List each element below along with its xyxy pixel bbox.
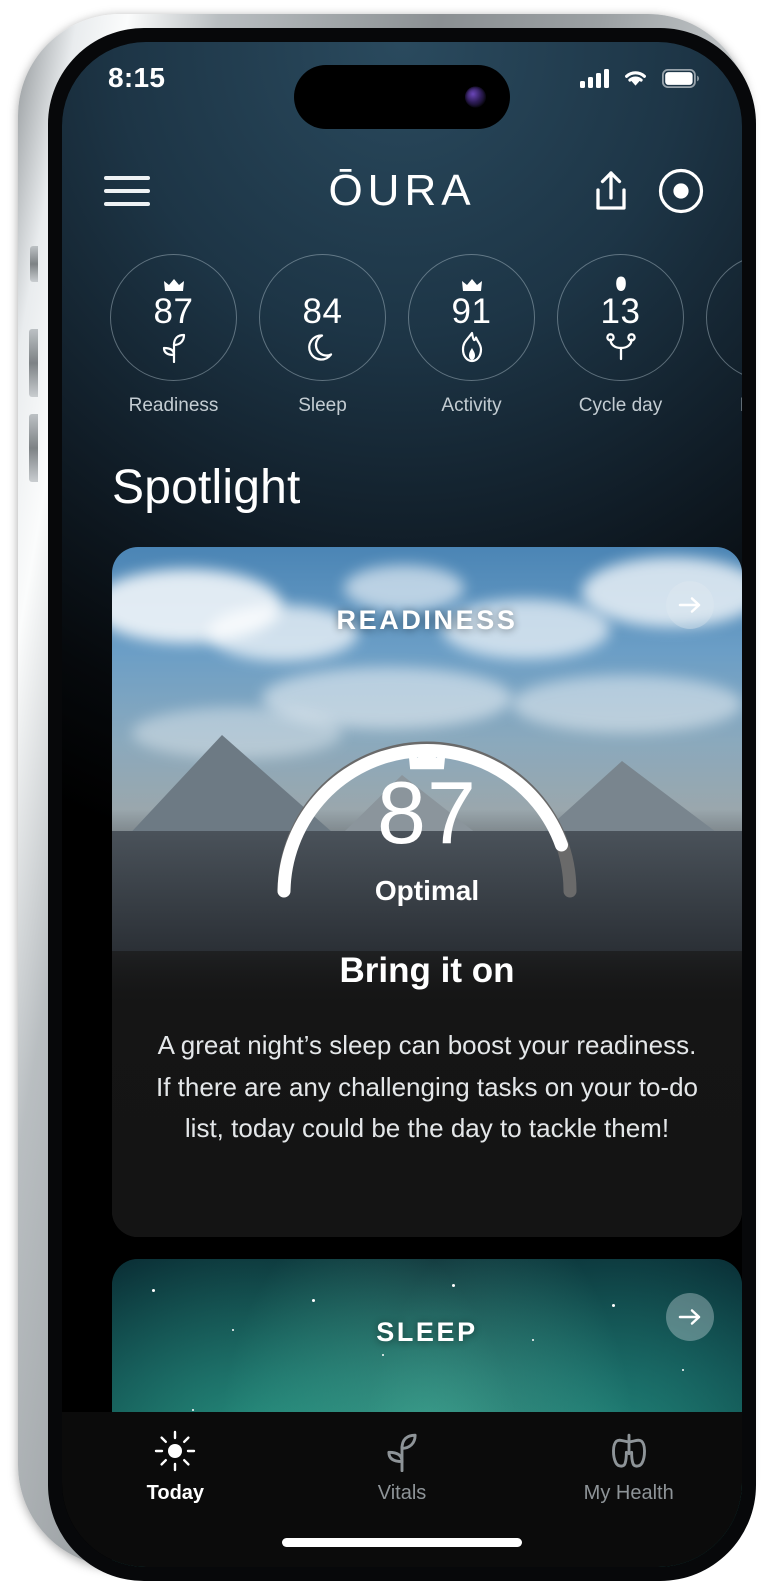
readiness-gauge: 87 Optimal	[112, 663, 742, 913]
metric-cycle-day[interactable]: 13 Cycle day	[557, 254, 684, 434]
nav-label: Vitals	[377, 1482, 427, 1504]
metric-ring: 87	[110, 254, 237, 381]
nav-item-vitals[interactable]: Vitals	[289, 1430, 516, 1505]
nav-item-my-health[interactable]: My Health	[515, 1430, 742, 1505]
metrics-row: 87 Readiness 84 Sleep 91 Activity 13 Cyc…	[62, 254, 742, 434]
crescent-moon-icon	[307, 330, 338, 364]
arrow-right-icon	[677, 594, 703, 616]
metric-label: Readiness	[128, 395, 219, 416]
crown-icon	[163, 271, 185, 293]
share-icon[interactable]	[590, 168, 632, 214]
nav-label: Today	[146, 1482, 205, 1504]
status-time: 8:15	[108, 62, 166, 93]
sprout-icon	[159, 330, 189, 364]
volume-down-button[interactable]	[29, 414, 38, 482]
silent-switch[interactable]	[30, 246, 38, 282]
nav-item-today[interactable]: Today	[62, 1430, 289, 1505]
metric-daytime[interactable]: 65 Daytim	[706, 254, 742, 434]
brand-logo: ŌURA	[328, 166, 476, 215]
sleep-card-kicker: SLEEP	[376, 1317, 478, 1347]
metric-sleep[interactable]: 84 Sleep	[259, 254, 386, 434]
header-actions	[590, 166, 706, 216]
metric-value: 91	[451, 292, 492, 331]
arrow-right-icon	[677, 1306, 703, 1328]
sun-icon	[154, 1430, 196, 1472]
home-indicator[interactable]	[282, 1538, 522, 1547]
app-header: ŌURA	[62, 146, 742, 236]
readiness-headline: Bring it on	[339, 951, 515, 990]
lungs-icon	[608, 1430, 650, 1472]
cellular-signal-icon	[580, 68, 609, 88]
metric-ring: 91	[408, 254, 535, 381]
metric-label: Daytim	[740, 395, 742, 417]
metric-value: 13	[600, 292, 641, 331]
readiness-spotlight-card[interactable]: READINESS 87 Optimal Bring it on A great…	[112, 547, 742, 1237]
metric-value: 87	[153, 292, 194, 331]
metric-ring: 65	[706, 254, 742, 381]
metric-activity[interactable]: 91 Activity	[408, 254, 535, 434]
sprout-icon	[381, 1430, 423, 1472]
metric-ring: 84	[259, 254, 386, 381]
page-title: Spotlight	[112, 461, 301, 514]
metric-readiness[interactable]: 87 Readiness	[110, 254, 237, 434]
metric-value: 84	[302, 292, 343, 331]
readiness-card-kicker: READINESS	[336, 605, 518, 635]
metric-label: Cycle day	[578, 395, 663, 416]
metric-ring: 13	[557, 254, 684, 381]
battery-full-icon	[662, 68, 700, 88]
readiness-score: 87	[377, 763, 477, 862]
uterus-icon	[604, 330, 638, 364]
status-icons	[580, 68, 700, 88]
metric-label: Activity	[441, 395, 502, 416]
nav-label: My Health	[583, 1482, 674, 1504]
readiness-state: Optimal	[374, 875, 480, 906]
volume-up-button[interactable]	[29, 329, 38, 397]
sleep-card-arrow-button[interactable]	[666, 1293, 714, 1341]
oura-ring-icon[interactable]	[656, 166, 706, 216]
readiness-body-text: A great night’s sleep can boost your rea…	[156, 1030, 698, 1144]
wifi-icon	[622, 68, 649, 88]
readiness-card-arrow-button[interactable]	[666, 581, 714, 629]
metric-label: Sleep	[298, 395, 347, 416]
droplet-icon	[614, 271, 628, 293]
phone-frame: 8:15 ŌURA 87 Readiness 84 Sleep 91 Activ…	[18, 14, 756, 1581]
crown-icon	[461, 271, 483, 293]
flame-icon	[458, 330, 486, 364]
hamburger-menu-icon[interactable]	[102, 170, 152, 212]
dynamic-island	[294, 65, 510, 129]
phone-screen: 8:15 ŌURA 87 Readiness 84 Sleep 91 Activ…	[62, 42, 742, 1567]
front-camera-icon	[465, 86, 486, 108]
